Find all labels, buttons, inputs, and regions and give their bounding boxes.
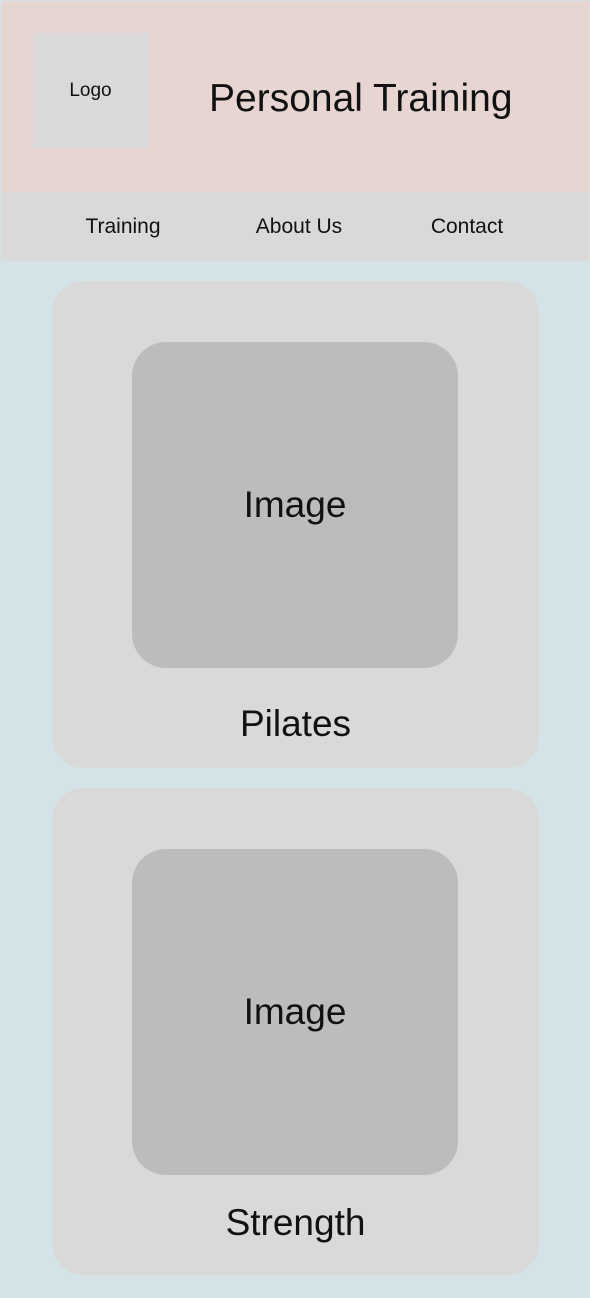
card-image-placeholder: Image xyxy=(132,849,458,1175)
nav-item-contact[interactable]: Contact xyxy=(397,192,537,261)
logo[interactable]: Logo xyxy=(33,33,148,148)
card-image-placeholder: Image xyxy=(132,342,458,668)
card-title: Pilates xyxy=(239,703,352,744)
nav-item-about-us[interactable]: About Us xyxy=(229,192,369,261)
main-nav: Training About Us Contact xyxy=(1,192,589,261)
page: Logo Personal Training Training About Us… xyxy=(0,0,590,1298)
logo-label: Logo xyxy=(69,79,112,101)
training-card-strength[interactable]: Image Strength xyxy=(52,788,539,1275)
training-card-pilates[interactable]: Image Pilates xyxy=(52,281,539,768)
site-header: Logo Personal Training xyxy=(1,1,589,192)
image-placeholder-label: Image xyxy=(243,484,347,525)
card-title: Strength xyxy=(225,1202,366,1243)
page-title: Personal Training xyxy=(209,77,513,120)
image-placeholder-label: Image xyxy=(243,991,347,1032)
nav-item-training[interactable]: Training xyxy=(53,192,193,261)
